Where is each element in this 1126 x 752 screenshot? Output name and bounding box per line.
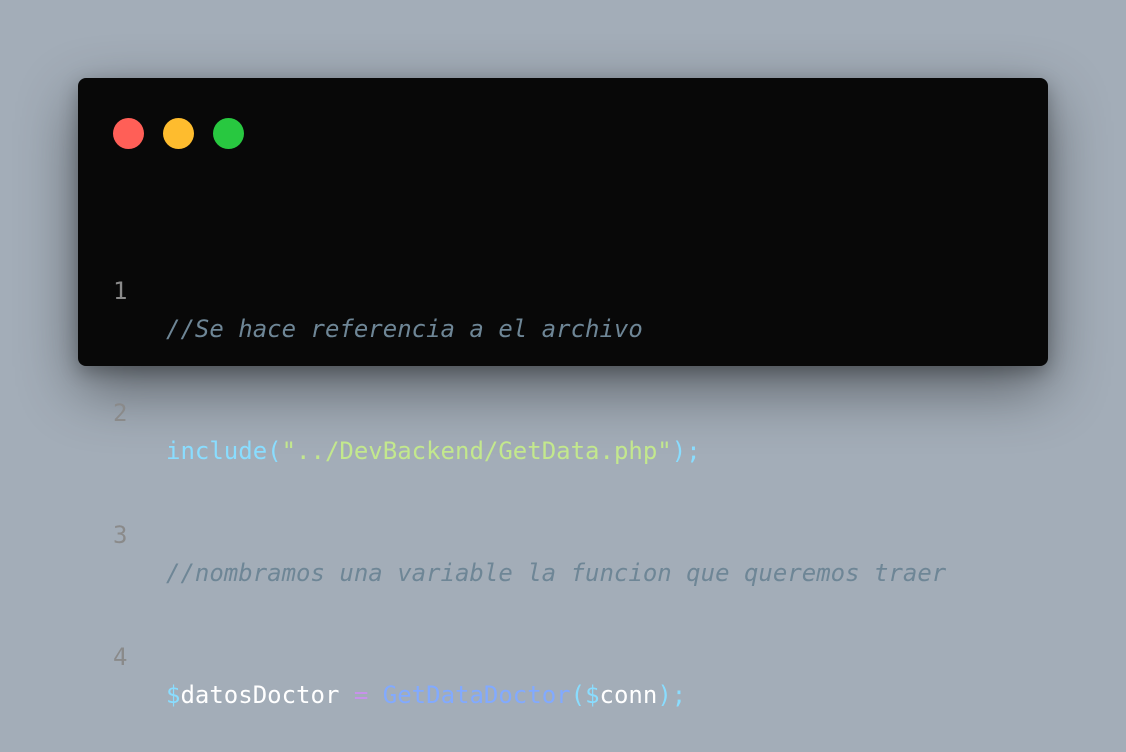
line-number: 1 [113,277,128,305]
code-comment: //nombramos una variable la funcion que … [166,559,947,587]
code-window: 1 //Se hace referencia a el archivo 2 in… [78,78,1048,709]
close-dot-icon[interactable] [113,118,144,149]
code-line-4: 4 $datosDoctor = GetDataDoctor($conn); [78,600,1048,709]
code-comment: //Se hace referencia a el archivo [166,315,643,343]
variable-sigil: $ [166,681,181,709]
line-number: 3 [113,521,128,549]
variable-name: datosDoctor [180,681,340,709]
line-number: 4 [113,643,128,671]
open-paren: ( [570,681,586,709]
function-name: GetDataDoctor [382,681,571,709]
include-keyword: include [166,437,268,465]
close-paren-semicolon: ); [657,681,687,709]
code-line-1: 1 //Se hace referencia a el archivo [78,234,1048,343]
assignment-operator: = [353,681,369,709]
argument-sigil: $ [585,681,600,709]
minimize-dot-icon[interactable] [163,118,194,149]
argument-name: conn [599,681,658,709]
close-paren-semicolon: ); [671,437,701,465]
maximize-dot-icon[interactable] [213,118,244,149]
open-paren: ( [267,437,282,465]
code-line-2: 2 include("../DevBackend/GetData.php"); [78,356,1048,465]
code-block: 1 //Se hace referencia a el archivo 2 in… [78,178,1048,709]
path-string: "../DevBackend/GetData.php" [281,437,672,465]
line-number: 2 [113,399,128,427]
code-line-3: 3 //nombramos una variable la funcion qu… [78,478,1048,587]
